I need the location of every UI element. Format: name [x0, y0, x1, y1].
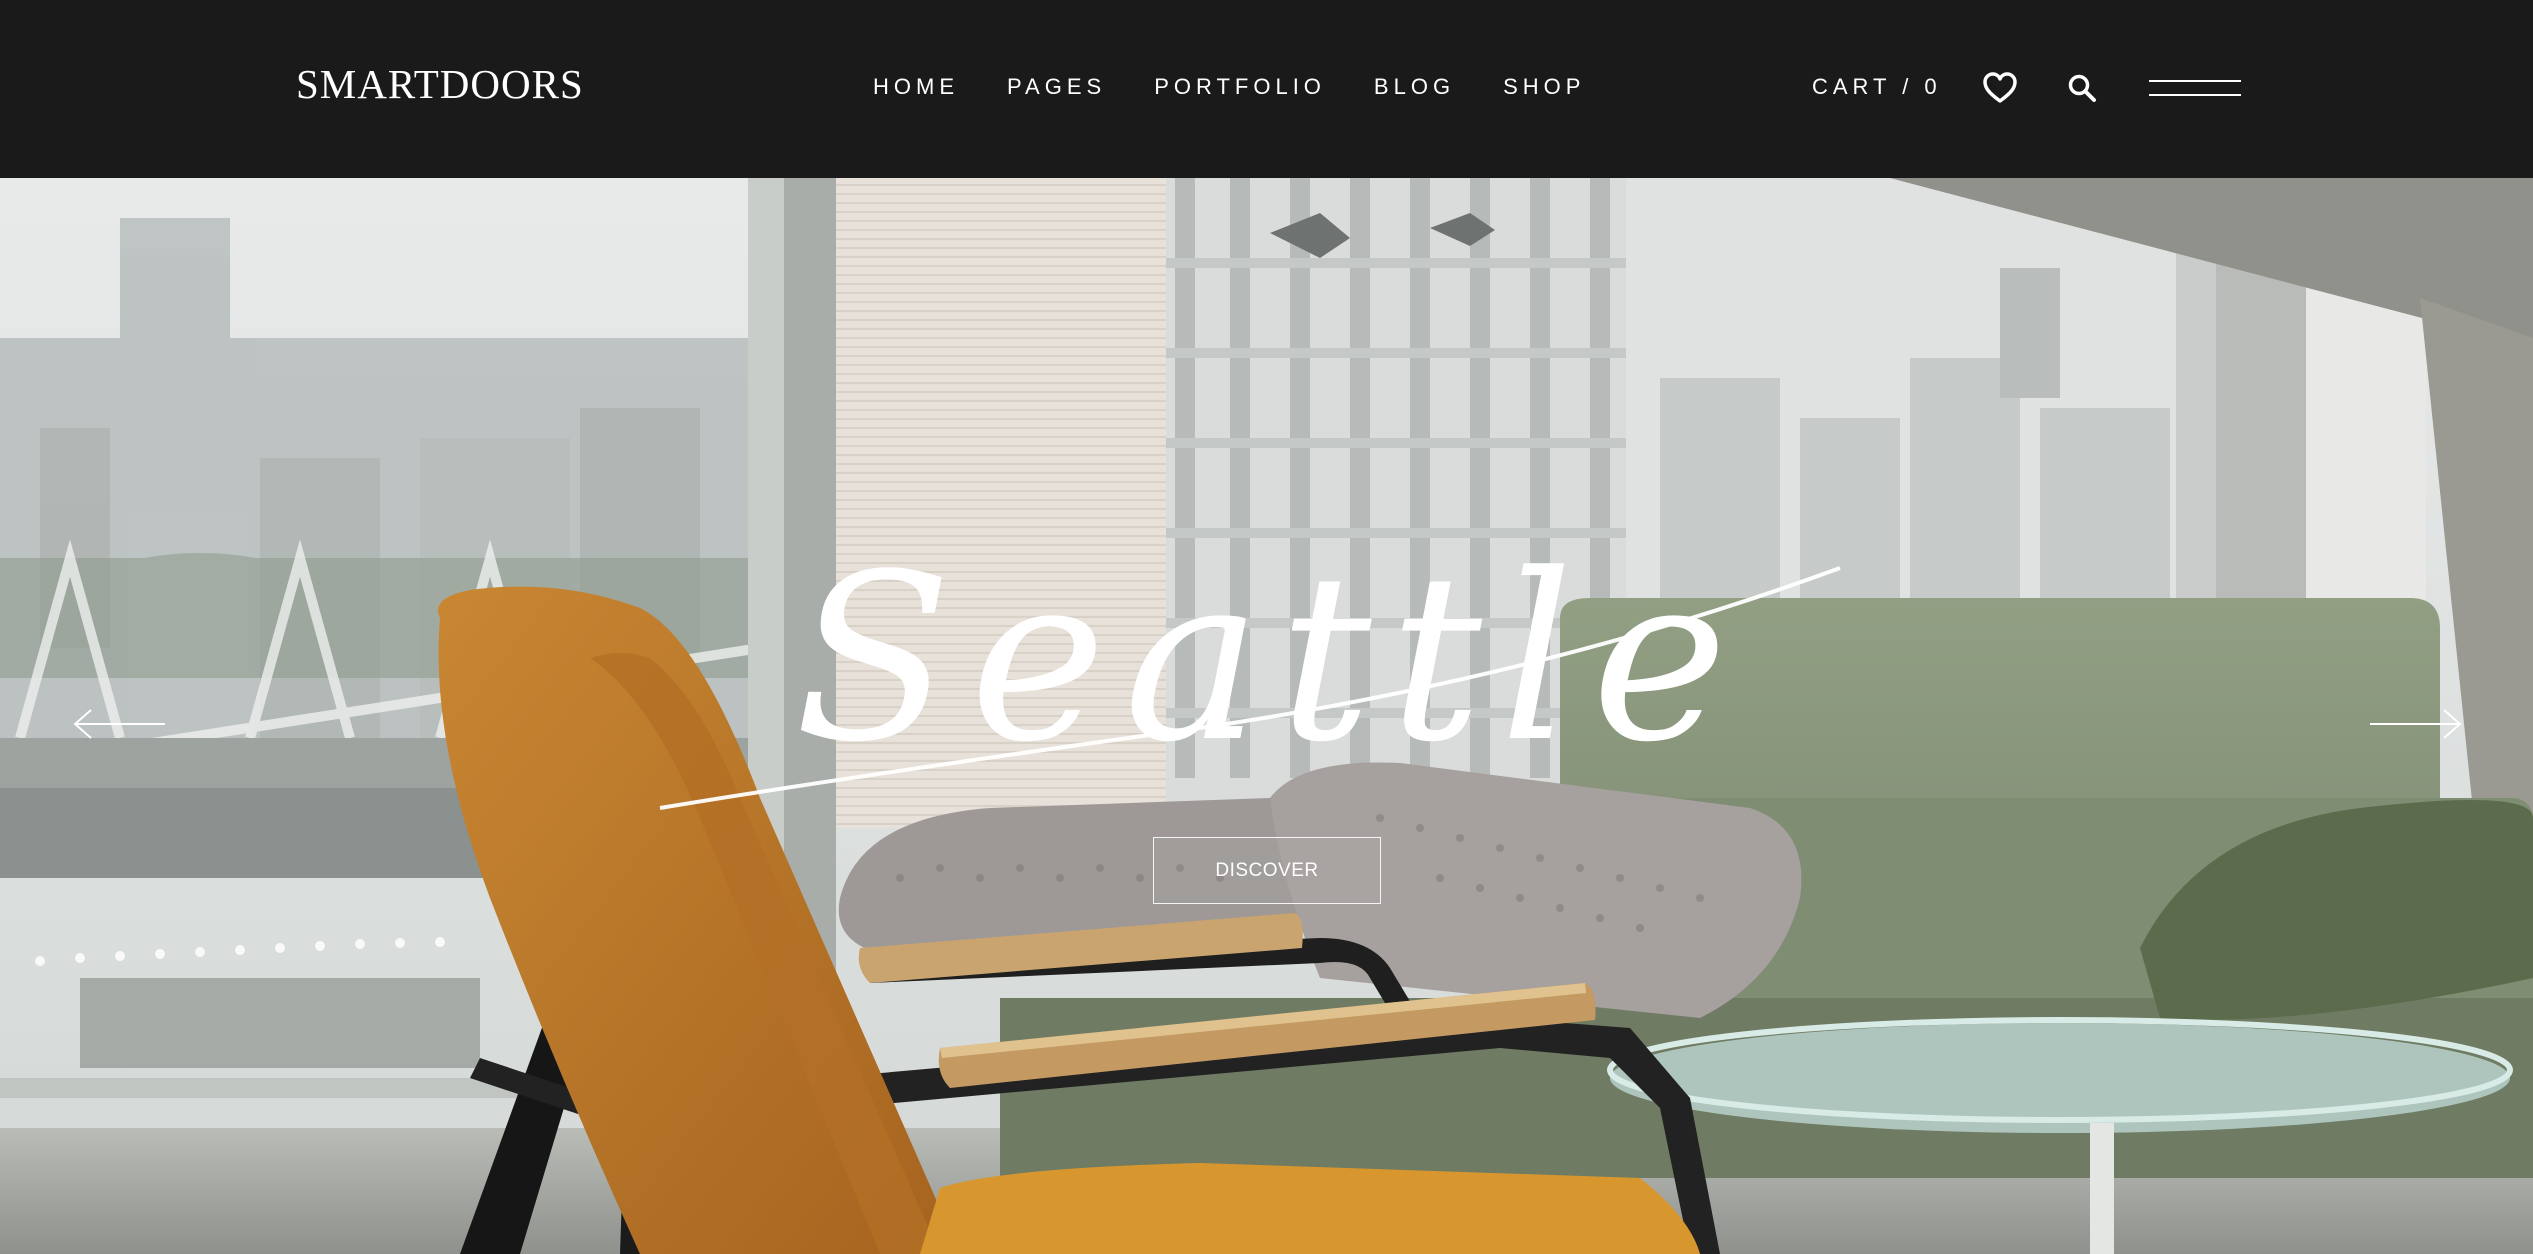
- nav-item-shop[interactable]: SHOP: [1503, 74, 1585, 100]
- arrow-right-icon[interactable]: [2370, 706, 2462, 742]
- hero-background-image: [0, 178, 2533, 1254]
- search-icon[interactable]: [2067, 73, 2097, 103]
- logo[interactable]: SMARTDOORS: [296, 60, 584, 108]
- menu-icon[interactable]: [2149, 78, 2241, 98]
- site-header: SMARTDOORS HOME PAGES PORTFOLIO BLOG SHO…: [0, 0, 2533, 178]
- main-nav: HOME PAGES PORTFOLIO BLOG SHOP: [873, 74, 1585, 100]
- cart-link[interactable]: CART / 0: [1812, 74, 1942, 100]
- nav-item-portfolio[interactable]: PORTFOLIO: [1154, 74, 1326, 100]
- nav-item-pages[interactable]: PAGES: [1007, 74, 1106, 100]
- arrow-left-icon[interactable]: [73, 706, 165, 742]
- nav-item-home[interactable]: HOME: [873, 74, 959, 100]
- heart-icon[interactable]: [1983, 72, 2017, 104]
- discover-button[interactable]: DISCOVER: [1153, 837, 1381, 904]
- hero-slider: Seattle DISCOVER: [0, 178, 2533, 1254]
- nav-item-blog[interactable]: BLOG: [1374, 74, 1455, 100]
